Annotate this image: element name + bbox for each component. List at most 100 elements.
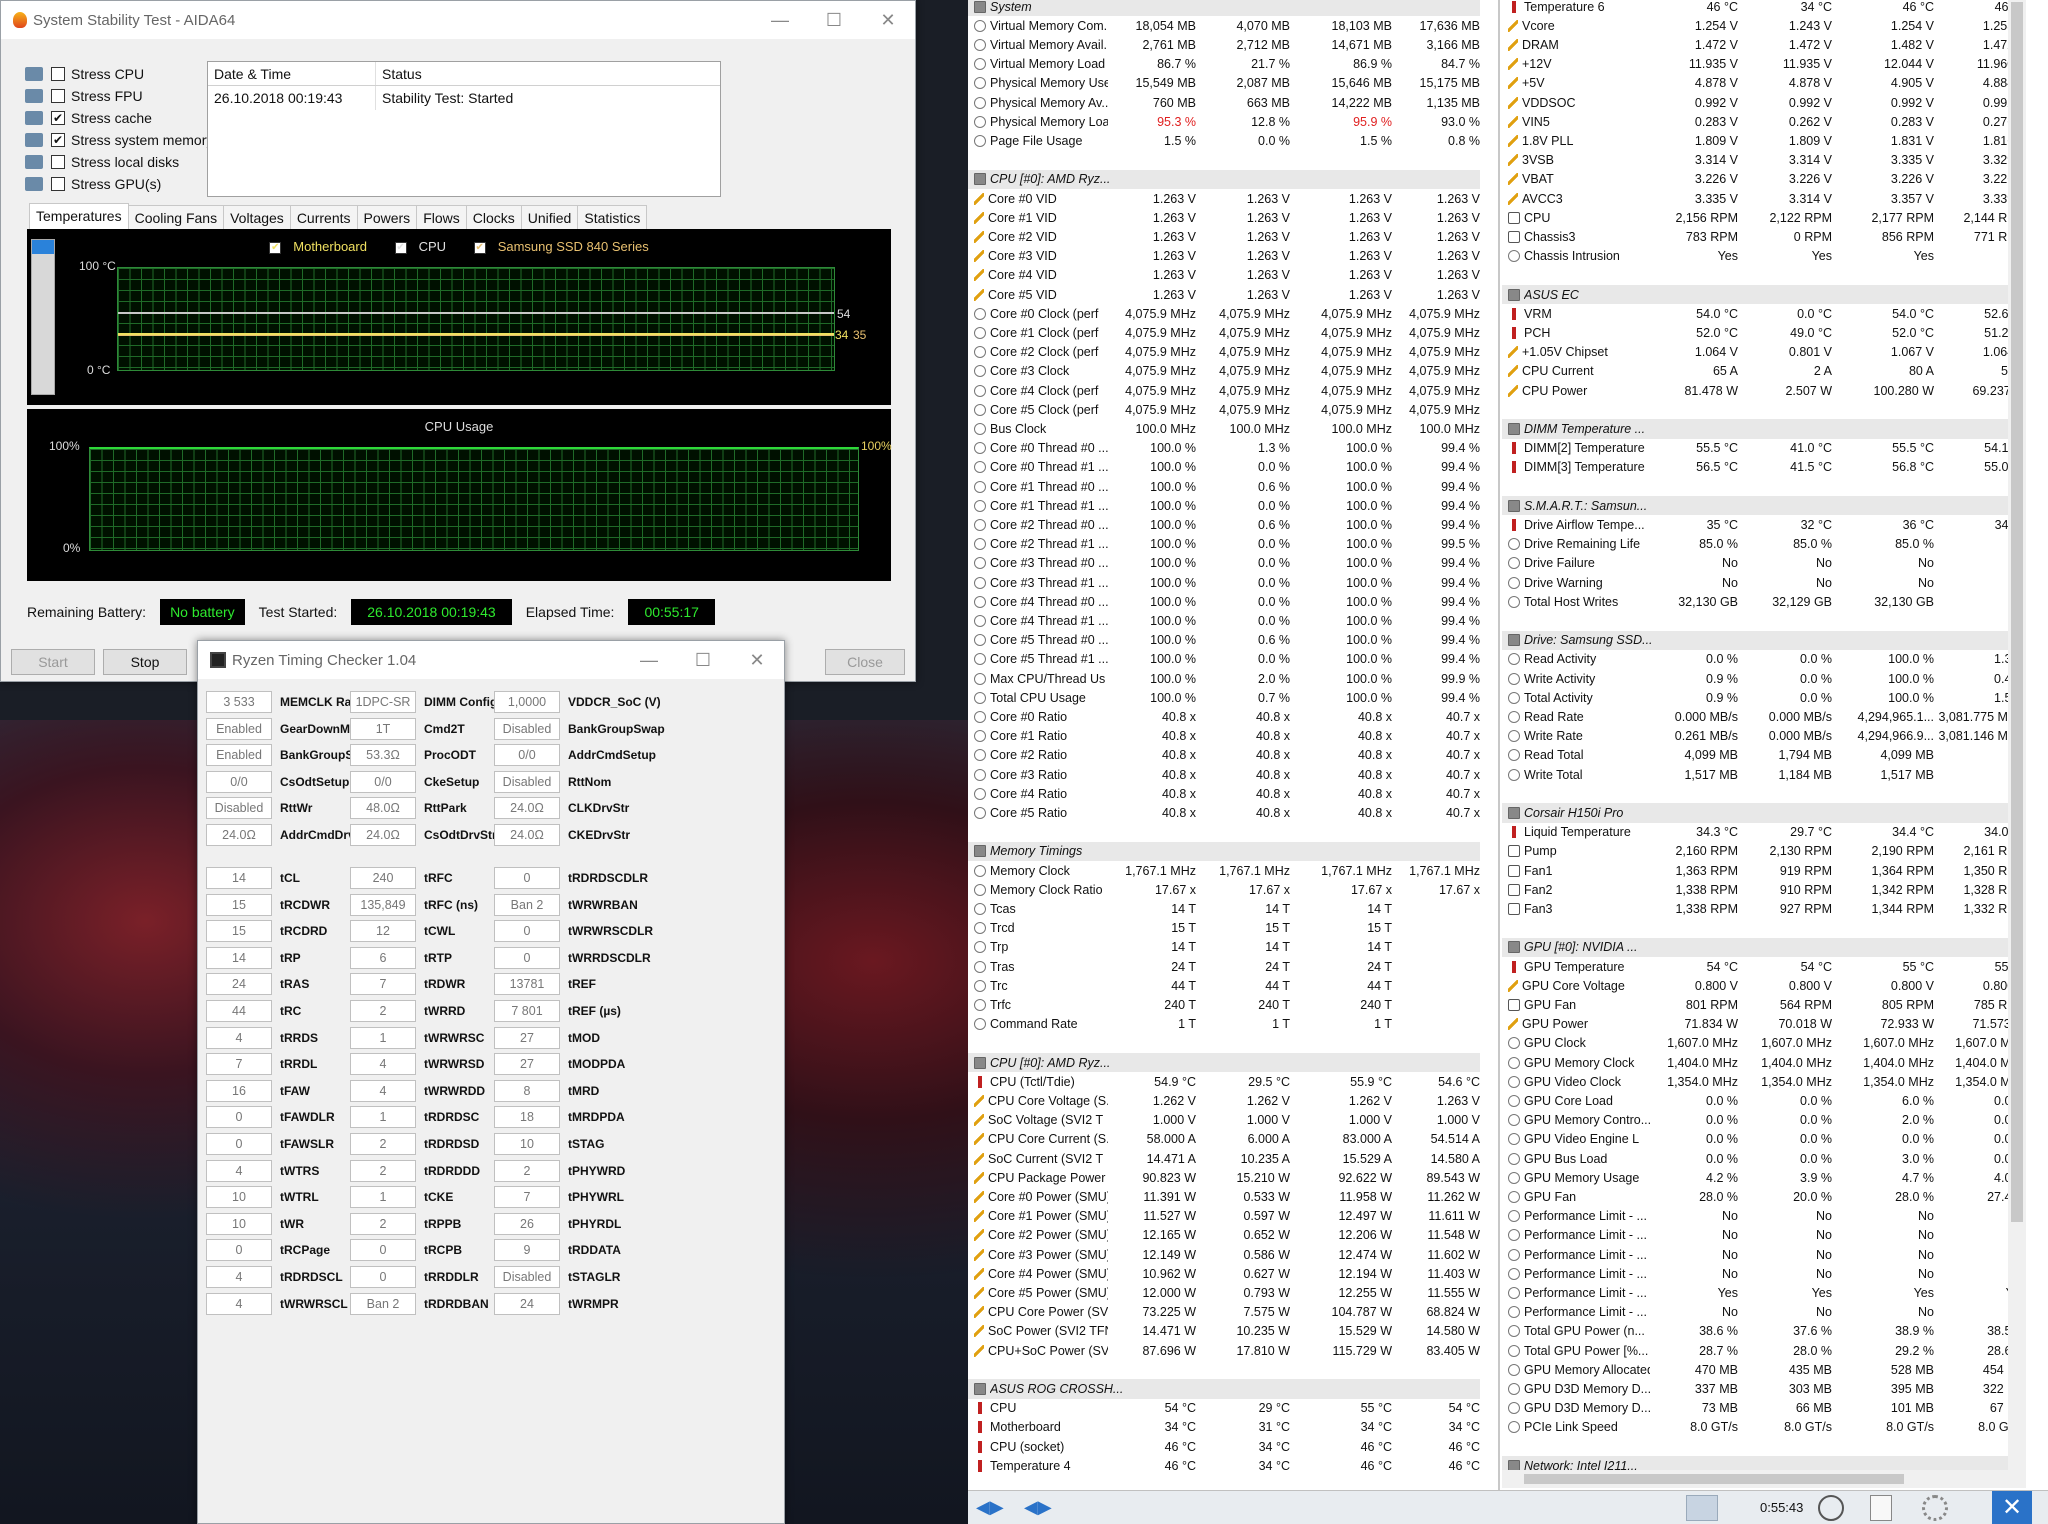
sensor-row[interactable]: Core #0 Thread #1 ... 100.0 % 0.0 % 100.0 %… — [968, 458, 1480, 477]
sensor-row[interactable]: +5V 4.878 V 4.878 V 4.905 V 4.884 V — [1502, 74, 2026, 93]
sensor-row[interactable]: Write Rate 0.261 MB/s 0.000 MB/s 4,294,966.… — [1502, 727, 2026, 746]
sensor-row[interactable]: Temperature 4 46 °C 34 °C 46 °C 46 °C — [968, 1456, 1480, 1475]
sensor-group-header[interactable]: ASUS EC — [1502, 285, 2026, 305]
sensor-row[interactable]: Physical Memory Av... 760 MB 663 MB 14,222 … — [968, 93, 1480, 112]
stress-checkbox[interactable]: ✔ — [51, 111, 65, 125]
sensor-row[interactable]: Memory Clock Ratio 17.67 x 17.67 x 17.67 x 1… — [968, 880, 1480, 899]
sensor-row[interactable]: Core #1 Power (SMU) 11.527 W 0.597 W 12.497… — [968, 1207, 1480, 1226]
tab-currents[interactable]: Currents — [289, 205, 358, 232]
sensor-row[interactable]: SoC Current (SVI2 T 14.471 A 10.235 A 15.52… — [968, 1149, 1480, 1168]
sensor-row[interactable]: Core #4 Thread #1 ... 100.0 % 0.0 % 100.0 %… — [968, 611, 1480, 630]
sensor-row[interactable]: Performance Limit - ...NoNoNoNo — [1502, 1264, 2026, 1283]
sensor-row[interactable]: Total CPU Usage 100.0 % 0.7 % 100.0 % 99.4 % — [968, 688, 1480, 707]
minimize-button[interactable]: — — [753, 1, 807, 39]
sensor-group-header[interactable]: Drive: Samsung SSD... — [1502, 630, 2026, 650]
sensor-row[interactable]: Total GPU Power (n... 38.6 % 37.6 % 38.9 % 3… — [1502, 1322, 2026, 1341]
sensor-row[interactable]: Core #2 Power (SMU) 12.165 W 0.652 W 12.206… — [968, 1226, 1480, 1245]
sensor-row[interactable]: Pump 2,160 RPM 2,130 RPM 2,190 RPM 2,161 RPM — [1502, 842, 2026, 861]
sensor-row[interactable]: Physical Memory Load 95.3 % 12.8 % 95.9 % 93… — [968, 112, 1480, 131]
tab-flows[interactable]: Flows — [416, 205, 467, 232]
sensor-row[interactable]: Physical Memory Used 15,549 MB 2,087 MB 15,… — [968, 74, 1480, 93]
nav-right-icon[interactable]: ◀▶ — [1024, 1497, 1052, 1518]
sensor-group-header[interactable]: GPU [#0]: NVIDIA ... — [1502, 937, 2026, 957]
sensor-row[interactable]: SoC Voltage (SVI2 T 1.000 V 1.000 V 1.000 V… — [968, 1111, 1480, 1130]
close-window-button[interactable]: ✕ — [861, 1, 915, 39]
tab-voltages[interactable]: Voltages — [223, 205, 291, 232]
sensor-group-header[interactable]: S.M.A.R.T.: Samsun... — [1502, 496, 2026, 516]
sensor-row[interactable]: 1.8V PLL 1.809 V 1.809 V 1.831 V 1.816 V — [1502, 131, 2026, 150]
sensor-row[interactable]: CPU Core Power (SV... 73.225 W 7.575 W 104.… — [968, 1303, 1480, 1322]
legend-checkbox[interactable]: ✔ — [394, 241, 407, 254]
sensor-row[interactable]: GPU Power 71.834 W 70.018 W 72.933 W 71.573 … — [1502, 1015, 2026, 1034]
sensor-row[interactable]: Performance Limit - ...NoNoNoNo — [1502, 1303, 2026, 1322]
sensor-row[interactable]: Core #1 Clock (perf 4,075.9 MHz 4,075.9 MH… — [968, 323, 1480, 342]
maximize-button[interactable]: ☐ — [676, 641, 730, 679]
sensor-row[interactable]: Drive Warning No No No — [1502, 573, 2026, 592]
sensor-row[interactable]: GPU Core Load0.0 %0.0 %6.0 %0.0 % — [1502, 1091, 2026, 1110]
sensor-row[interactable]: Bus Clock 100.0 MHz 100.0 MHz 100.0 MHz 100.… — [968, 419, 1480, 438]
tab-powers[interactable]: Powers — [356, 205, 418, 232]
sensor-row[interactable]: Virtual Memory Avail... 2,761 MB 2,712 MB 1… — [968, 35, 1480, 54]
sensor-row[interactable]: GPU Clock 1,607.0 MHz 1,607.0 MHz 1,607.0 M… — [1502, 1034, 2026, 1053]
sensor-row[interactable]: Command Rate 1 T 1 T 1 T — [968, 1015, 1480, 1034]
sensor-row[interactable]: Core #1 VID 1.263 V 1.263 V 1.263 V 1.263 V — [968, 208, 1480, 227]
col-header-status[interactable]: Status — [376, 62, 428, 85]
sensor-row[interactable]: Core #5 Thread #0 ... 100.0 % 0.6 % 100.0 %… — [968, 631, 1480, 650]
sensor-row[interactable]: Core #3 VID 1.263 V 1.263 V 1.263 V 1.263 V — [968, 247, 1480, 266]
sensor-row[interactable]: GPU Memory Allocated 470 MB 435 MB 528 MB 45… — [1502, 1360, 2026, 1379]
sensor-row[interactable]: Read Rate 0.000 MB/s 0.000 MB/s 4,294,965.1… — [1502, 707, 2026, 726]
sensor-group-header[interactable]: ASUS ROG CROSSH... — [968, 1379, 1480, 1399]
sensor-row[interactable]: GPU Core Voltage 0.800 V 0.800 V 0.800 V 0.8… — [1502, 976, 2026, 995]
sensor-row[interactable]: Core #0 Power (SMU) 11.391 W 0.533 W 11.958… — [968, 1187, 1480, 1206]
sensor-row[interactable]: Core #3 Power (SMU) 12.149 W 0.586 W 12.474… — [968, 1245, 1480, 1264]
sensor-row[interactable]: GPU Memory Usage4.2 %3.9 %4.7 %4.0 % — [1502, 1168, 2026, 1187]
sensor-row[interactable]: Core #0 Ratio 40.8 x 40.8 x 40.8 x 40.7 x — [968, 707, 1480, 726]
sensor-row[interactable]: Vcore 1.254 V 1.243 V 1.254 V 1.253 V — [1502, 16, 2026, 35]
sensor-row[interactable]: Trp 14 T 14 T 14 T — [968, 938, 1480, 957]
stress-option[interactable]: ✔ Stress system memory — [25, 129, 213, 151]
stress-checkbox[interactable] — [51, 177, 65, 191]
sensor-row[interactable]: GPU Fan 801 RPM 564 RPM 805 RPM 785 RPM — [1502, 995, 2026, 1014]
sensor-row[interactable]: Performance Limit - ...NoNoNoNo — [1502, 1207, 2026, 1226]
sensor-row[interactable]: Core #4 Clock (perf 4,075.9 MHz 4,075.9 MH… — [968, 381, 1480, 400]
sensor-row[interactable]: GPU Temperature54 °C54 °C55 °C55 °C — [1502, 957, 2026, 976]
sensor-row[interactable]: +1.05V Chipset 1.064 V 0.801 V 1.067 V 1.064… — [1502, 343, 2026, 362]
sensor-row[interactable]: Core #2 Thread #1 ... 100.0 % 0.0 % 100.0 %… — [968, 535, 1480, 554]
sensor-row[interactable]: GPU Video Engine L0.0 %0.0 %0.0 %0.0 % — [1502, 1130, 2026, 1149]
sensor-row[interactable]: Tcas 14 T 14 T 14 T — [968, 899, 1480, 918]
sensor-row[interactable]: Core #4 VID 1.263 V 1.263 V 1.263 V 1.263 V — [968, 266, 1480, 285]
tab-statistics[interactable]: Statistics — [577, 205, 648, 232]
sensor-row[interactable]: Liquid Temperature 34.3 °C 29.7 °C 34.4 °C 3… — [1502, 823, 2026, 842]
stress-option[interactable]: Stress local disks — [25, 151, 213, 173]
stress-checkbox[interactable] — [51, 89, 65, 103]
sensor-row[interactable]: Virtual Memory Com... 18,054 MB 4,070 MB 18… — [968, 16, 1480, 35]
sensor-row[interactable]: Core #3 Thread #0 ... 100.0 % 0.0 % 100.0 %… — [968, 554, 1480, 573]
sensor-row[interactable]: Total GPU Power [%... 28.7 % 28.0 % 29.2 % 2… — [1502, 1341, 2026, 1360]
sensor-row[interactable]: Core #2 Thread #0 ... 100.0 % 0.6 % 100.0 %… — [968, 515, 1480, 534]
sensor-row[interactable]: Total Host Writes 32,130 GB 32,129 GB 32,13… — [1502, 592, 2026, 611]
sensor-row[interactable]: Core #0 Thread #0 ... 100.0 % 1.3 % 100.0 %… — [968, 439, 1480, 458]
sensor-row[interactable]: CPU Power 81.478 W 2.507 W 100.280 W 69.237 … — [1502, 381, 2026, 400]
sensor-row[interactable]: Write Total 1,517 MB 1,184 MB 1,517 MB — [1502, 765, 2026, 784]
sensor-row[interactable]: Core #4 Power (SMU) 10.962 W 0.627 W 12.194… — [968, 1264, 1480, 1283]
sensor-row[interactable]: SoC Power (SVI2 TFN) 14.471 W 10.235 W 15.5… — [968, 1322, 1480, 1341]
sensor-row[interactable]: Trc 44 T 44 T 44 T — [968, 976, 1480, 995]
graph-scrollbar[interactable] — [31, 239, 55, 395]
sensor-row[interactable]: CPU Current65 A2 A80 A55 A — [1502, 362, 2026, 381]
sensor-row[interactable]: Drive Remaining Life 85.0 % 85.0 % 85.0 % — [1502, 535, 2026, 554]
sensor-row[interactable]: Read Total 4,099 MB 1,794 MB 4,099 MB — [1502, 746, 2026, 765]
sensor-row[interactable]: GPU Fan 28.0 % 20.0 % 28.0 % 27.4 % — [1502, 1187, 2026, 1206]
sensor-row[interactable]: DIMM[3] Temperature 56.5 °C 41.5 °C 56.8 °C… — [1502, 458, 2026, 477]
sensor-row[interactable]: Page File Usage 1.5 % 0.0 % 1.5 % 0.8 % — [968, 131, 1480, 150]
sensor-row[interactable]: Drive Failure No No No — [1502, 554, 2026, 573]
sensor-row[interactable]: Core #1 Thread #1 ... 100.0 % 0.0 % 100.0 %… — [968, 496, 1480, 515]
sensor-row[interactable]: Chassis3 783 RPM 0 RPM 856 RPM 771 RPM — [1502, 227, 2026, 246]
sensor-group-header[interactable]: CPU [#0]: AMD Ryz... — [968, 169, 1480, 189]
sensor-row[interactable]: Performance Limit - ...NoNoNoNo — [1502, 1226, 2026, 1245]
sensor-row[interactable]: AVCC3 3.335 V 3.314 V 3.357 V 3.339 V — [1502, 189, 2026, 208]
sensor-row[interactable]: Total Activity0.9 %0.0 %100.0 %1.5 % — [1502, 688, 2026, 707]
sensor-row[interactable]: Tras 24 T 24 T 24 T — [968, 957, 1480, 976]
sensor-group-header[interactable]: DIMM Temperature ... — [1502, 419, 2026, 439]
legend-checkbox[interactable]: ✔ — [473, 241, 486, 254]
sensor-row[interactable]: Drive Airflow Tempe... 35 °C 32 °C 36 °C 34 … — [1502, 515, 2026, 534]
